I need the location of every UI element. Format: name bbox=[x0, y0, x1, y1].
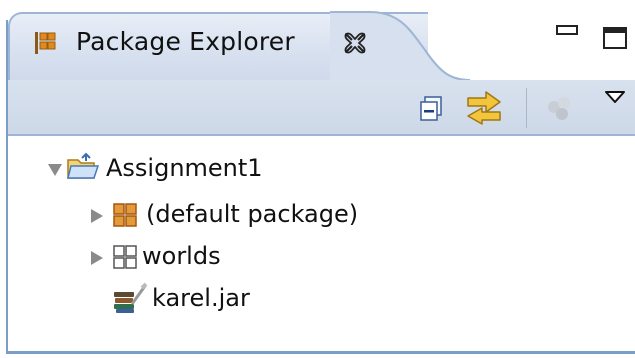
tree-item-default-package[interactable]: (default package) bbox=[86, 196, 426, 236]
jar-icon bbox=[114, 282, 148, 313]
tree-item-label: Assignment1 bbox=[106, 154, 263, 182]
package-icon bbox=[113, 203, 137, 227]
tree-item-label: worlds bbox=[142, 242, 221, 270]
view-menu-icon[interactable] bbox=[604, 90, 626, 104]
tree-item-label: karel.jar bbox=[152, 284, 250, 312]
tab-title: Package Explorer bbox=[76, 27, 295, 56]
close-icon[interactable] bbox=[342, 30, 368, 56]
collapse-all-icon[interactable] bbox=[420, 96, 442, 122]
toolbar-separator bbox=[526, 88, 527, 128]
collapsed-triangle-icon[interactable] bbox=[88, 207, 106, 225]
filter-icon[interactable] bbox=[545, 94, 575, 124]
project-folder-icon bbox=[67, 152, 100, 179]
package-explorer-icon bbox=[35, 32, 56, 54]
package-explorer-view: Package Explorer Assignment1 (default pa… bbox=[0, 0, 635, 358]
tree-item-project[interactable]: Assignment1 bbox=[40, 150, 340, 190]
package-folder-icon bbox=[113, 245, 137, 269]
link-with-editor-icon[interactable] bbox=[464, 88, 504, 126]
tree-item-worlds[interactable]: worlds bbox=[86, 238, 386, 278]
collapsed-triangle-icon[interactable] bbox=[88, 249, 106, 267]
tree-item-karel-jar[interactable]: karel.jar bbox=[112, 280, 372, 320]
tree-item-label: (default package) bbox=[146, 200, 359, 228]
view-toolbar bbox=[8, 80, 635, 136]
minimize-icon[interactable] bbox=[556, 22, 578, 40]
expanded-triangle-icon[interactable] bbox=[46, 161, 64, 179]
maximize-icon[interactable] bbox=[602, 26, 628, 50]
